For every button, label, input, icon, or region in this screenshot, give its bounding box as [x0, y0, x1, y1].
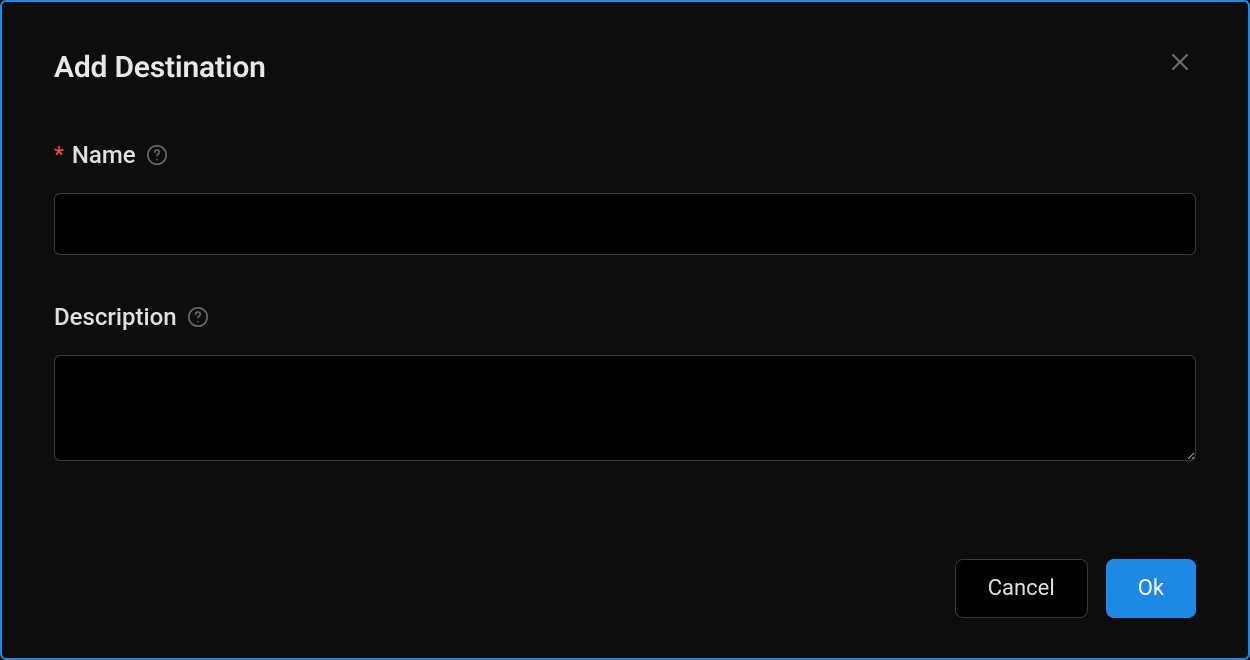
name-label: Name [72, 141, 136, 169]
description-field-group: Description [54, 303, 1196, 465]
name-input[interactable] [54, 193, 1196, 255]
help-icon[interactable] [146, 144, 168, 166]
ok-button[interactable]: Ok [1106, 559, 1196, 618]
modal-footer: Cancel Ok [54, 559, 1196, 618]
name-label-row: * Name [54, 141, 1196, 169]
modal-title: Add Destination [54, 50, 266, 85]
description-input[interactable] [54, 355, 1196, 461]
help-icon[interactable] [187, 306, 209, 328]
add-destination-modal: Add Destination * Name [0, 0, 1250, 660]
cancel-button[interactable]: Cancel [955, 559, 1088, 618]
required-indicator: * [54, 143, 64, 168]
modal-header: Add Destination [54, 50, 1196, 85]
description-label: Description [54, 303, 177, 331]
close-button[interactable] [1164, 46, 1196, 81]
description-label-row: Description [54, 303, 1196, 331]
name-field-group: * Name [54, 141, 1196, 255]
close-icon [1168, 50, 1192, 77]
